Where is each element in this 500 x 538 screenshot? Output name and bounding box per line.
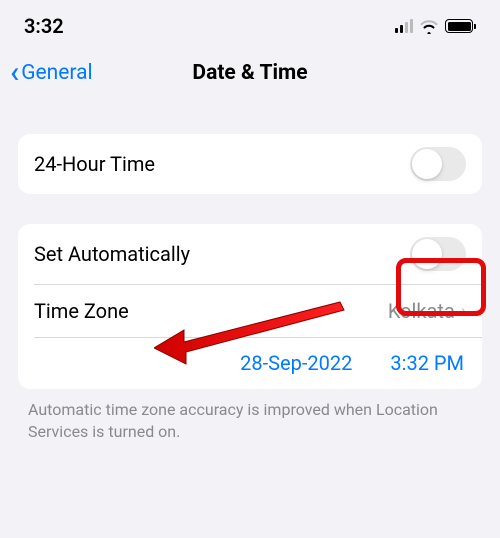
toggle-set-automatically[interactable] bbox=[410, 237, 466, 271]
status-bar: 3:32 bbox=[0, 0, 500, 46]
status-time: 3:32 bbox=[24, 14, 64, 38]
page-title: Date & Time bbox=[192, 61, 307, 85]
date-picker-value[interactable]: 28-Sep-2022 bbox=[240, 351, 352, 375]
cellular-icon bbox=[395, 19, 414, 33]
battery-icon bbox=[445, 19, 476, 33]
value-time-zone: Kolkata › bbox=[388, 299, 466, 323]
settings-group-display: 24-Hour Time bbox=[18, 134, 482, 194]
row-time-zone[interactable]: Time Zone Kolkata › bbox=[18, 285, 482, 337]
toggle-knob bbox=[412, 239, 442, 269]
time-picker-value[interactable]: 3:32 PM bbox=[390, 351, 464, 375]
back-button[interactable]: ‹ General bbox=[10, 58, 93, 88]
wifi-icon bbox=[419, 18, 439, 34]
row-24-hour-time: 24-Hour Time bbox=[18, 134, 482, 194]
chevron-right-icon: › bbox=[461, 301, 466, 321]
label-24-hour-time: 24-Hour Time bbox=[34, 152, 155, 176]
status-icons bbox=[395, 18, 477, 34]
toggle-knob bbox=[412, 149, 442, 179]
label-time-zone: Time Zone bbox=[34, 299, 129, 323]
chevron-left-icon: ‹ bbox=[10, 58, 19, 88]
footer-note: Automatic time zone accuracy is improved… bbox=[0, 389, 500, 442]
settings-group-auto: Set Automatically Time Zone Kolkata › 28… bbox=[18, 224, 482, 389]
row-date-time[interactable]: 28-Sep-2022 3:32 PM bbox=[18, 337, 482, 389]
back-label: General bbox=[21, 61, 92, 85]
label-set-automatically: Set Automatically bbox=[34, 242, 190, 266]
toggle-24-hour-time[interactable] bbox=[410, 147, 466, 181]
nav-header: ‹ General Date & Time bbox=[0, 46, 500, 120]
row-set-automatically: Set Automatically bbox=[18, 224, 482, 284]
